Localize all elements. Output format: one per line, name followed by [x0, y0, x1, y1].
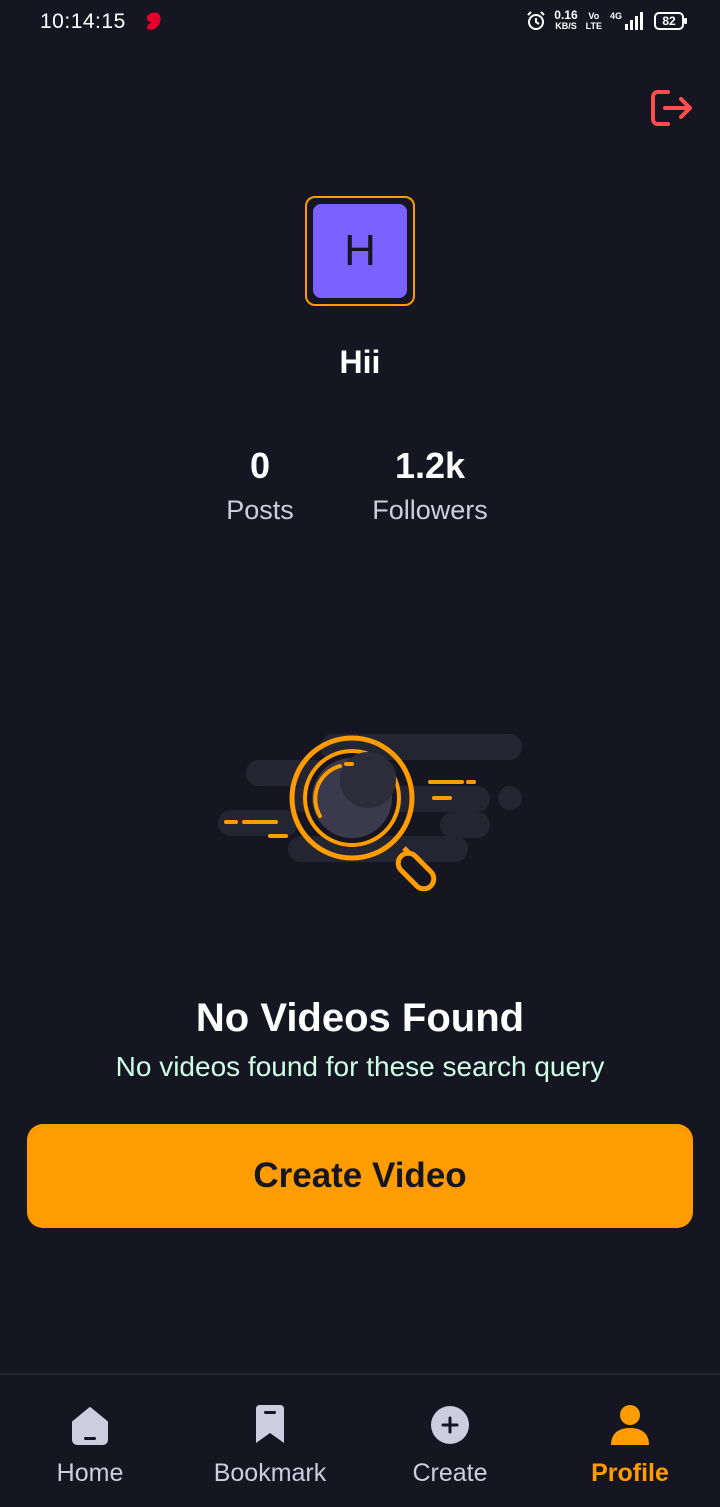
network-type: 4G: [609, 11, 622, 21]
volte-indicator: Vo LTE: [586, 11, 602, 31]
stat-posts: 0 Posts: [200, 444, 320, 528]
followers-label: Followers: [372, 495, 488, 525]
volte-top: Vo: [588, 11, 600, 21]
tab-home-label: Home: [56, 1459, 124, 1487]
status-time: 10:14:15: [40, 10, 126, 33]
avatar: H: [313, 204, 407, 298]
followers-count: 1.2k: [394, 445, 466, 486]
username: Hii: [339, 344, 381, 380]
status-bar: 10:14:15 0.16 KB/S Vo LTE 4G 82: [0, 0, 720, 44]
battery-indicator: 82: [654, 12, 687, 30]
tab-home[interactable]: Home: [0, 1375, 180, 1507]
plus-circle-icon: [428, 1403, 472, 1447]
profile-icon: [608, 1403, 652, 1447]
bottom-tab-bar: Home Bookmark Create Profile: [0, 1373, 720, 1507]
tab-bookmark-label: Bookmark: [213, 1459, 327, 1487]
network-speed-unit: KB/S: [555, 21, 577, 31]
empty-state-title: No Videos Found: [195, 996, 525, 1040]
alarm-icon: [527, 11, 545, 30]
posts-count: 0: [249, 445, 271, 486]
volte-bottom: LTE: [585, 21, 602, 31]
create-video-button[interactable]: Create Video: [27, 1124, 693, 1228]
avatar-frame[interactable]: H: [305, 196, 415, 306]
posts-label: Posts: [226, 495, 294, 525]
logout-button[interactable]: [648, 86, 696, 130]
profile-screen: 10:14:15 0.16 KB/S Vo LTE 4G 82 H Hii 0 …: [0, 0, 720, 1507]
carrier-logo-icon: [146, 12, 161, 30]
stat-followers: 1.2k Followers: [340, 444, 520, 528]
tab-bookmark[interactable]: Bookmark: [180, 1375, 360, 1507]
bookmark-icon: [248, 1403, 292, 1447]
tab-profile-label: Profile: [591, 1459, 669, 1487]
empty-state-subtitle: No videos found for these search query: [115, 1051, 605, 1082]
network-speed: 0.16 KB/S: [554, 8, 578, 32]
home-icon: [68, 1403, 112, 1447]
network-speed-value: 0.16: [554, 8, 578, 22]
status-right-group: 0.16 KB/S Vo LTE 4G 82: [526, 8, 687, 32]
signal-bars-icon: [625, 12, 643, 30]
tab-profile[interactable]: Profile: [540, 1375, 720, 1507]
tab-create-label: Create: [412, 1459, 488, 1487]
empty-search-illustration-icon: [218, 734, 522, 892]
tab-create[interactable]: Create: [360, 1375, 540, 1507]
logout-icon: [651, 90, 692, 126]
cellular-signal: 4G: [610, 11, 646, 31]
